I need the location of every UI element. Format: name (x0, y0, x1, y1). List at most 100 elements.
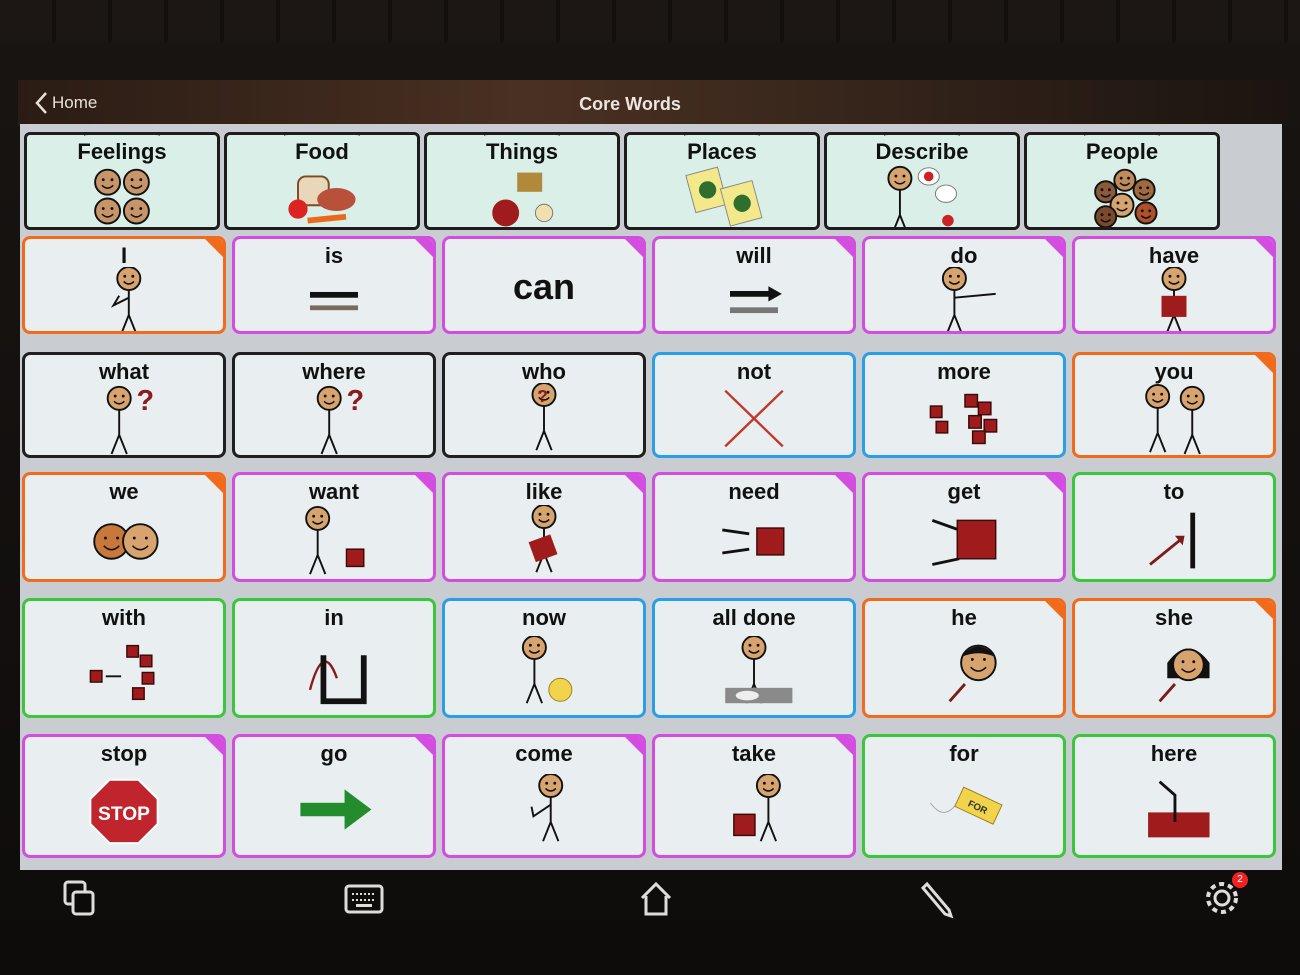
pencil-button[interactable] (915, 874, 963, 927)
folder-label: Things (485, 139, 559, 164)
word-picture (655, 383, 853, 455)
word-button-more[interactable]: more (862, 352, 1066, 458)
category-corner-marker (1253, 355, 1273, 375)
word-button-for[interactable]: for FOR (862, 734, 1066, 858)
word-picture (445, 765, 643, 855)
maps-icon (685, 166, 763, 227)
word-label: she (1155, 605, 1193, 630)
word-button-want[interactable]: want (232, 472, 436, 582)
word-label: who (522, 359, 566, 384)
word-row: we want like need get to (20, 472, 1282, 588)
svg-text:STOP: STOP (98, 804, 150, 825)
word-button-where[interactable]: where ? (232, 352, 436, 458)
word-button-not[interactable]: not (652, 352, 856, 458)
word-button-all-done[interactable]: all done (652, 598, 856, 718)
word-picture (235, 503, 433, 579)
folder-picture (227, 163, 417, 227)
back-button[interactable]: Home (34, 90, 97, 116)
word-label: with (102, 605, 146, 630)
word-button-will[interactable]: will (652, 236, 856, 334)
person-taking-icon (733, 774, 781, 842)
word-picture (865, 629, 1063, 715)
word-label: now (522, 605, 566, 630)
word-button-do[interactable]: do (862, 236, 1066, 334)
person-reaching-icon (941, 267, 996, 331)
word-label: I (120, 243, 128, 268)
word-button-stop[interactable]: stop STOP (22, 734, 226, 858)
word-label: not (736, 359, 772, 384)
word-label: like (525, 479, 563, 504)
chevron-left-icon (35, 92, 47, 114)
word-row: stop STOP go come take for FOR here (20, 734, 1282, 864)
word-button-go[interactable]: go (232, 734, 436, 858)
word-button-take[interactable]: take (652, 734, 856, 858)
word-button-now[interactable]: now (442, 598, 646, 718)
page-title: Core Words (579, 94, 681, 114)
folder-label: Places (687, 139, 757, 164)
word-button-in[interactable]: in (232, 598, 436, 718)
category-corner-marker (623, 239, 643, 259)
word-picture (655, 629, 853, 715)
word-picture (445, 305, 643, 331)
folder-picture (1027, 163, 1217, 227)
gear-button[interactable]: 2 (1198, 872, 1248, 927)
category-corner-marker (413, 737, 433, 757)
word-picture (655, 765, 853, 855)
word-button-is[interactable]: is (232, 236, 436, 334)
word-button-I[interactable]: I (22, 236, 226, 334)
back-label: Home (52, 93, 98, 112)
word-button-what[interactable]: what ? (22, 352, 226, 458)
folder-describe[interactable]: Describe (824, 132, 1020, 230)
word-button-with[interactable]: with (22, 598, 226, 718)
arrow-to-line-icon (1149, 512, 1196, 569)
word-picture: STOP (25, 765, 223, 855)
word-row: what ? where ? who ? not more you (20, 352, 1282, 464)
pages-button[interactable] (55, 874, 103, 927)
word-button-here[interactable]: here (1072, 734, 1276, 858)
word-button-he[interactable]: he (862, 598, 1066, 718)
word-picture (865, 383, 1063, 455)
person-reaching-block-icon (305, 505, 365, 575)
word-button-have[interactable]: have (1072, 236, 1276, 334)
word-button-need[interactable]: need (652, 472, 856, 582)
folder-picture (427, 163, 617, 227)
folder-things[interactable]: Things (424, 132, 620, 230)
word-button-we[interactable]: we (22, 472, 226, 582)
word-picture (445, 629, 643, 715)
word-label: will (736, 243, 772, 268)
folder-picture (27, 163, 217, 227)
notification-badge: 2 (1232, 872, 1248, 888)
home-icon (640, 881, 672, 916)
folder-people[interactable]: People (1024, 132, 1220, 230)
word-button-get[interactable]: get (862, 472, 1066, 582)
person-clock-icon (521, 636, 573, 704)
word-button-like[interactable]: like (442, 472, 646, 582)
word-picture (25, 267, 223, 331)
word-picture: FOR (865, 765, 1063, 855)
word-button-who[interactable]: who ? (442, 352, 646, 458)
green-arrow-icon (300, 789, 372, 830)
word-button-you[interactable]: you (1072, 352, 1276, 458)
category-corner-marker (203, 475, 223, 495)
folder-places[interactable]: Places (624, 132, 820, 230)
word-button-come[interactable]: come (442, 734, 646, 858)
home-button[interactable] (632, 874, 680, 927)
stop-sign-icon: STOP (89, 778, 159, 845)
word-button-can[interactable]: can (442, 236, 646, 334)
svg-text:?: ? (346, 385, 364, 417)
word-picture (25, 629, 223, 715)
person-finished-icon (725, 636, 793, 704)
folder-food[interactable]: Food (224, 132, 420, 230)
word-picture (1075, 267, 1273, 331)
person-beckoning-icon (530, 774, 564, 842)
folder-feelings[interactable]: Feelings (24, 132, 220, 230)
word-button-to[interactable]: to (1072, 472, 1276, 582)
word-label: stop (100, 741, 148, 766)
word-picture: ? (25, 383, 223, 455)
keyboard-button[interactable] (340, 874, 388, 927)
word-picture (25, 503, 223, 579)
category-corner-marker (1253, 239, 1273, 259)
category-corner-marker (833, 475, 853, 495)
word-label: go (320, 741, 348, 766)
word-button-she[interactable]: she (1072, 598, 1276, 718)
